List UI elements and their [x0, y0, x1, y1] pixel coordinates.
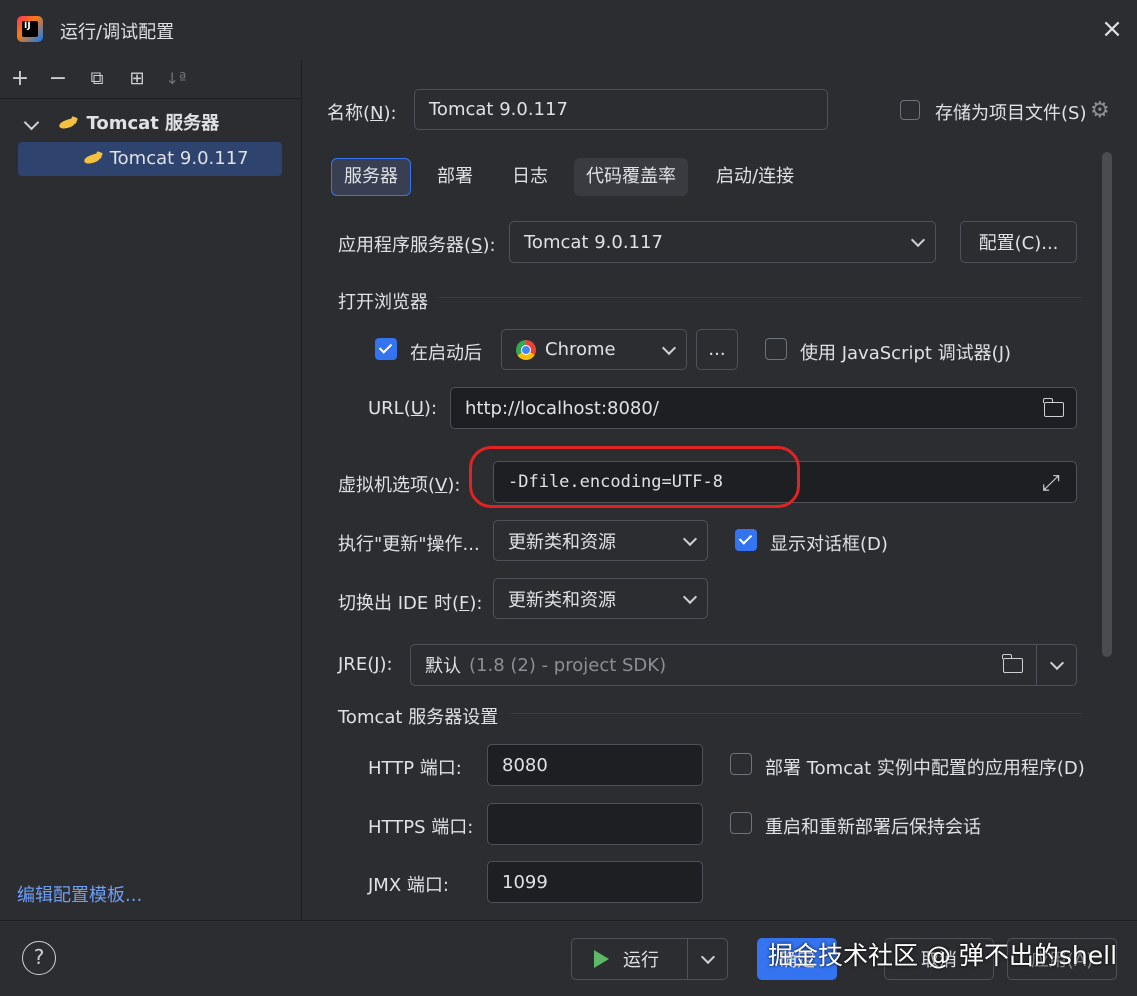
show-dialog-label: 显示对话框(D): [770, 534, 888, 555]
window-title: 运行/调试配置: [60, 22, 175, 43]
intellij-logo-icon: IJ: [17, 16, 43, 42]
folder-icon[interactable]: [1002, 654, 1023, 673]
chevron-down-icon[interactable]: [23, 114, 40, 130]
divider: [1036, 645, 1037, 685]
chevron-down-icon[interactable]: [700, 949, 716, 965]
tab-logs[interactable]: 日志: [500, 158, 560, 196]
chrome-icon: [516, 339, 536, 360]
browser-more-button[interactable]: ...: [696, 329, 738, 370]
configure-button[interactable]: 配置(C)...: [960, 221, 1077, 263]
deploy-configured-checkbox[interactable]: [730, 753, 752, 775]
jre-label: JRE(J):: [338, 654, 393, 675]
jmx-port-input[interactable]: 1099: [487, 861, 703, 903]
run-button[interactable]: 运行: [571, 938, 728, 980]
divider: [687, 939, 688, 979]
jre-hint: (1.8 (2) - project SDK): [469, 654, 667, 676]
js-debugger-label: 使用 JavaScript 调试器(J): [800, 343, 1012, 364]
url-label: URL(U):: [368, 398, 438, 419]
preserve-sessions-checkbox[interactable]: [730, 812, 752, 834]
add-icon[interactable]: +: [5, 64, 35, 94]
vm-options-value: -Dfile.encoding=UTF-8: [508, 472, 723, 492]
url-input[interactable]: http://localhost:8080/: [450, 387, 1077, 429]
show-dialog-checkbox[interactable]: [735, 529, 757, 551]
http-port-input[interactable]: 8080: [487, 744, 703, 786]
tab-server[interactable]: 服务器: [331, 158, 411, 196]
app-server-value: Tomcat 9.0.117: [524, 231, 663, 253]
vm-options-input[interactable]: -Dfile.encoding=UTF-8 ⤢: [493, 461, 1077, 503]
on-frame-deactivation-select[interactable]: 更新类和资源: [493, 578, 708, 619]
http-port-label: HTTP 端口:: [368, 758, 462, 779]
scrollbar[interactable]: [1102, 152, 1112, 657]
close-icon[interactable]: ×: [1097, 14, 1127, 44]
name-input[interactable]: Tomcat 9.0.117: [414, 89, 828, 130]
copy-icon[interactable]: ⧉: [82, 64, 112, 94]
chevron-down-icon: [682, 531, 698, 546]
sort-icon[interactable]: ↓ª: [161, 64, 191, 94]
after-launch-label: 在启动后: [410, 343, 482, 364]
jmx-port-label: JMX 端口:: [368, 875, 449, 896]
remove-icon[interactable]: −: [43, 64, 73, 94]
store-as-file-checkbox[interactable]: [900, 100, 920, 120]
store-as-file-label: 存储为项目文件(S): [935, 103, 1087, 124]
tab-deployment[interactable]: 部署: [425, 158, 485, 196]
browser-value: Chrome: [545, 339, 616, 360]
new-folder-icon[interactable]: ⊞: [122, 64, 152, 94]
chevron-down-icon: [682, 589, 698, 604]
chevron-down-icon[interactable]: [1049, 655, 1065, 671]
app-server-label: 应用程序服务器(S):: [338, 235, 496, 256]
app-server-select[interactable]: Tomcat 9.0.117: [509, 221, 936, 263]
play-icon: [594, 950, 609, 968]
deploy-configured-label: 部署 Tomcat 实例中配置的应用程序(D): [765, 758, 1085, 779]
run-label: 运行: [623, 950, 659, 971]
preserve-sessions-label: 重启和重新部署后保持会话: [765, 817, 981, 838]
section-divider: [509, 713, 1082, 714]
edit-templates-link[interactable]: 编辑配置模板...: [17, 881, 142, 907]
tab-code-coverage[interactable]: 代码覆盖率: [574, 158, 688, 196]
folder-icon[interactable]: [1043, 398, 1064, 417]
on-frame-deactivation-value: 更新类和资源: [508, 589, 616, 611]
tab-startup-connection[interactable]: 启动/连接: [704, 158, 806, 196]
vm-options-label: 虚拟机选项(V):: [338, 475, 461, 496]
chevron-down-icon: [910, 232, 926, 248]
tomcat-icon: [57, 117, 79, 131]
name-label: 名称(N):: [327, 103, 397, 124]
chevron-down-icon: [661, 340, 677, 355]
tree-child-label: Tomcat 9.0.117: [109, 148, 249, 169]
tree-group-label: Tomcat 服务器: [86, 113, 220, 134]
on-update-value: 更新类和资源: [508, 531, 616, 553]
https-port-label: HTTPS 端口:: [368, 817, 474, 838]
gear-icon[interactable]: ⚙: [1090, 98, 1110, 123]
tree-toolbar: + − ⧉ ⊞ ↓ª: [0, 60, 301, 99]
tomcat-settings-section: Tomcat 服务器设置: [338, 707, 499, 728]
on-update-label: 执行"更新"操作...: [338, 534, 480, 555]
help-button[interactable]: ?: [22, 941, 56, 975]
section-divider: [437, 297, 1082, 298]
open-browser-section: 打开浏览器: [338, 292, 428, 313]
js-debugger-checkbox[interactable]: [765, 338, 787, 360]
configuration-tree-panel: [0, 60, 302, 920]
watermark-text: 掘金技术社区 @ 弹不出的shell: [768, 941, 1118, 970]
jre-select[interactable]: 默认 (1.8 (2) - project SDK): [410, 644, 1077, 686]
https-port-input[interactable]: [487, 803, 703, 845]
tree-item-tomcat-server[interactable]: Tomcat 服务器: [22, 107, 292, 141]
expand-icon[interactable]: ⤢: [1042, 471, 1060, 496]
tree-item-tomcat-config[interactable]: Tomcat 9.0.117: [18, 142, 282, 176]
tomcat-icon: [82, 152, 104, 166]
on-update-select[interactable]: 更新类和资源: [493, 520, 708, 561]
on-frame-deactivation-label: 切换出 IDE 时(F):: [338, 593, 483, 614]
after-launch-checkbox[interactable]: [375, 338, 397, 360]
jre-value: 默认: [425, 656, 461, 677]
url-value: http://localhost:8080/: [465, 397, 659, 419]
browser-select[interactable]: Chrome: [501, 329, 687, 370]
